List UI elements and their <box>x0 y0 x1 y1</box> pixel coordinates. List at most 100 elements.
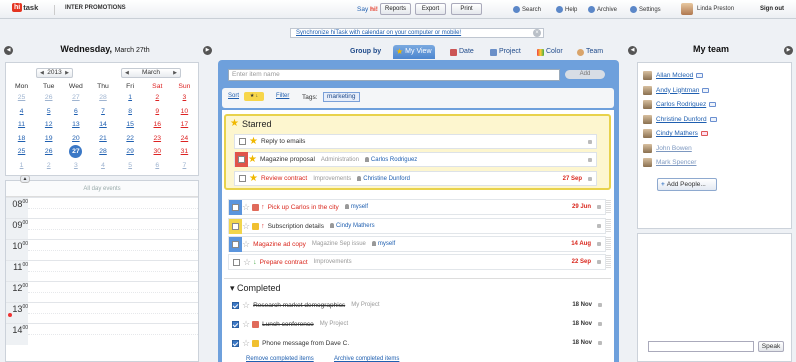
calendar-day[interactable]: 6 <box>155 162 159 169</box>
drag-handle[interactable] <box>606 200 611 214</box>
calendar-day[interactable]: 3 <box>183 94 187 101</box>
message-icon[interactable] <box>702 87 710 93</box>
task-title[interactable]: Magazine proposal <box>260 156 315 163</box>
task-project[interactable]: Improvements <box>313 176 351 182</box>
tab-color[interactable]: Color <box>534 45 566 59</box>
sync-banner-link[interactable]: Synchronize hiTask with calendar on your… <box>290 28 544 38</box>
team-member[interactable]: Cindy Mathers <box>643 128 708 139</box>
task-project[interactable]: My Project <box>320 321 348 327</box>
search-link[interactable]: Search <box>513 6 541 13</box>
calendar-day[interactable]: 5 <box>128 162 132 169</box>
calendar-cell[interactable]: 15 <box>117 118 144 132</box>
collapse-right-icon[interactable]: ▶ <box>784 46 793 55</box>
export-button[interactable]: Export <box>415 3 446 15</box>
star-icon[interactable]: ★ <box>249 136 258 147</box>
starred-task-row[interactable]: ★ Magazine proposal Administration Carlos R… <box>234 152 597 167</box>
prev-day-arrow-icon[interactable]: ◀ <box>4 46 13 55</box>
lock-icon[interactable] <box>597 224 601 228</box>
calendar-day[interactable]: 2 <box>155 94 159 101</box>
task-title[interactable]: Lunch conference <box>262 321 314 328</box>
task-project[interactable]: Improvements <box>314 259 352 265</box>
calendar-cell[interactable]: 20 <box>62 132 89 146</box>
lock-icon[interactable] <box>598 303 602 307</box>
sign-out-link[interactable]: Sign out <box>760 6 784 12</box>
next-year-icon[interactable]: ▶ <box>65 69 69 77</box>
help-link[interactable]: Help <box>556 6 577 13</box>
message-icon[interactable] <box>700 131 708 136</box>
message-icon[interactable] <box>709 116 717 122</box>
star-outline-icon[interactable]: ☆ <box>243 257 251 267</box>
calendar-day[interactable]: 31 <box>181 148 189 155</box>
calendar-day[interactable]: 16 <box>153 121 161 128</box>
calendar-cell[interactable]: 1 <box>117 91 144 105</box>
task-title[interactable]: Magazine ad copy <box>253 241 306 248</box>
task-checkbox[interactable] <box>232 240 239 248</box>
team-member[interactable]: Mark Spencer <box>643 157 696 168</box>
task-checkbox[interactable] <box>238 156 245 163</box>
calendar-day[interactable]: 2 <box>47 162 51 169</box>
hour-row[interactable]: 1100 <box>6 260 198 282</box>
filter-link[interactable]: Filter <box>276 93 289 99</box>
calendar-cell[interactable]: 25 <box>8 145 35 159</box>
lock-icon[interactable] <box>597 260 601 264</box>
calendar-cell[interactable]: 1 <box>8 159 35 173</box>
task-row[interactable]: ☆ Magazine ad copy Magazine Sep issue mysel… <box>228 236 611 252</box>
lock-icon[interactable] <box>597 205 601 209</box>
calendar-cell[interactable]: 31 <box>171 145 198 159</box>
calendar-cell[interactable]: 10 <box>171 105 198 119</box>
calendar-cell[interactable]: 17 <box>171 118 198 132</box>
calendar-day[interactable]: 4 <box>20 108 24 115</box>
calendar-day[interactable]: 23 <box>153 135 161 142</box>
calendar-day[interactable]: 18 <box>18 135 26 142</box>
team-member[interactable]: Christine Dunford <box>643 114 717 125</box>
calendar-day[interactable]: 1 <box>128 94 132 101</box>
lock-icon[interactable] <box>588 157 592 162</box>
task-assignee[interactable]: myself <box>345 204 368 210</box>
calendar-cell[interactable]: 5 <box>117 159 144 173</box>
collapse-toggle-icon[interactable]: ▲ <box>20 175 30 183</box>
calendar-cell[interactable]: 26 <box>35 145 62 159</box>
calendar-day[interactable]: 24 <box>181 135 189 142</box>
message-icon[interactable] <box>696 73 704 78</box>
calendar-cell[interactable]: 2 <box>35 159 62 173</box>
hour-row[interactable]: 1400 <box>6 323 198 345</box>
task-title[interactable]: Reply to emails <box>261 138 305 145</box>
task-row[interactable]: ☆ ↑ Pick up Carlos in the city myself 29 Jun <box>228 199 611 215</box>
task-checkbox[interactable] <box>232 203 239 211</box>
member-name[interactable]: Carlos Rodriguez <box>656 101 706 108</box>
calendar-day[interactable]: 11 <box>18 121 25 128</box>
star-outline-icon[interactable]: ☆ <box>242 319 250 329</box>
next-day-arrow-icon[interactable]: ▶ <box>203 46 212 55</box>
calendar-cell[interactable]: 26 <box>35 91 62 105</box>
hour-row[interactable]: 0800 <box>6 197 198 219</box>
tab-team[interactable]: Team <box>574 45 606 59</box>
next-month-icon[interactable]: ▶ <box>173 69 177 77</box>
starred-task-row[interactable]: ★ Review contract Improvements Christine Du… <box>234 171 597 186</box>
lock-icon[interactable] <box>588 139 592 144</box>
lock-icon[interactable] <box>588 176 592 181</box>
calendar-day[interactable]: 3 <box>74 162 78 169</box>
add-button[interactable]: Add <box>565 70 605 79</box>
calendar-cell[interactable]: 21 <box>89 132 116 146</box>
calendar-day[interactable]: 27 <box>72 94 80 101</box>
task-title[interactable]: Review contract <box>261 175 307 182</box>
calendar-cell[interactable]: 28 <box>89 145 116 159</box>
task-checkbox[interactable] <box>239 175 246 182</box>
archive-link[interactable]: Archive <box>588 6 617 13</box>
user-name[interactable]: Linda Preston <box>697 6 734 12</box>
member-name[interactable]: Christine Dunford <box>656 116 707 123</box>
tag-marketing[interactable]: marketing <box>323 92 360 102</box>
message-icon[interactable] <box>709 102 717 107</box>
calendar-day[interactable]: 12 <box>45 121 53 128</box>
calendar-day[interactable]: 4 <box>101 162 105 169</box>
tab-my-view[interactable]: ★ My View <box>393 45 435 59</box>
calendar-cell[interactable]: 7 <box>171 159 198 173</box>
calendar-day[interactable]: 13 <box>72 121 80 128</box>
calendar-day[interactable]: 1 <box>20 162 24 169</box>
task-row[interactable]: ☆ ↑ Subscription details Cindy Mathers <box>228 218 611 234</box>
task-title[interactable]: Prepare contract <box>260 259 308 266</box>
team-member[interactable]: Andy Lightman <box>643 85 710 96</box>
team-member[interactable]: Carlos Rodriguez <box>643 99 717 110</box>
calendar-day[interactable]: 8 <box>128 108 132 115</box>
calendar-cell[interactable]: 28 <box>89 91 116 105</box>
